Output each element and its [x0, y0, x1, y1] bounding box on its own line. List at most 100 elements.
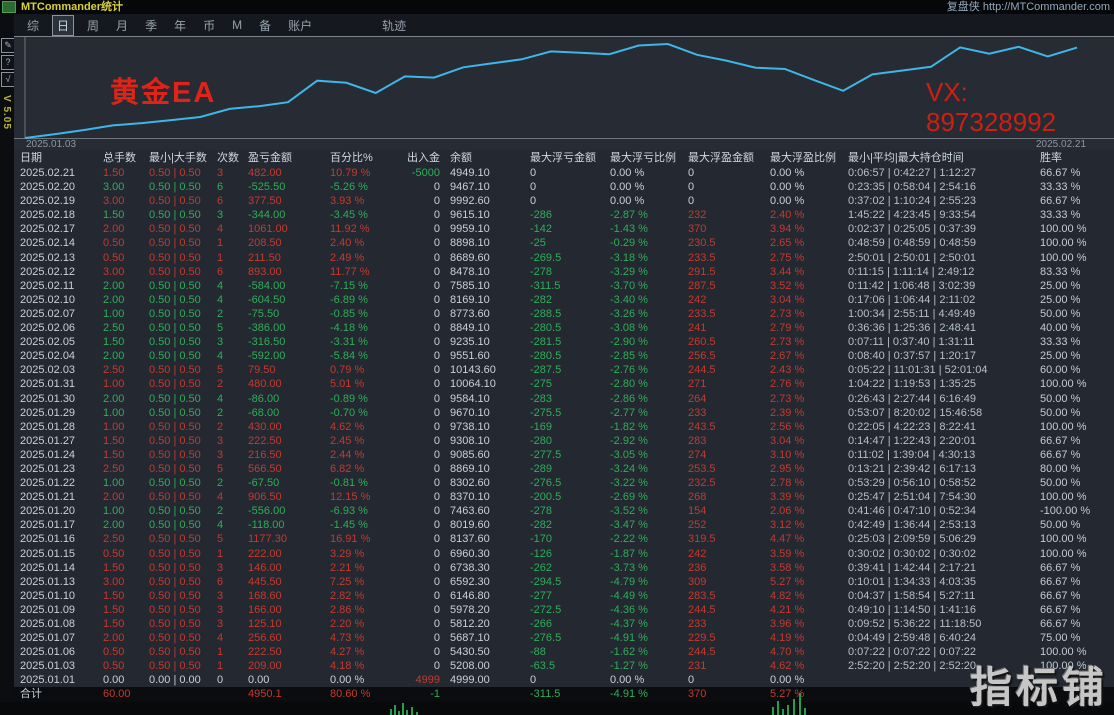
table-row[interactable]: 2025.01.212.000.50 | 0.504906.5012.15 %0…: [14, 490, 1114, 504]
cell: 9467.10: [444, 180, 524, 194]
table-row[interactable]: 2025.01.172.000.50 | 0.504-118.00-1.45 %…: [14, 518, 1114, 532]
table-row[interactable]: 2025.02.112.000.50 | 0.504-584.00-7.15 %…: [14, 279, 1114, 293]
table-row[interactable]: 2025.01.221.000.50 | 0.502-67.50-0.81 %0…: [14, 476, 1114, 490]
cell: 2.65 %: [762, 236, 840, 250]
cell: 0: [392, 645, 444, 659]
menu-item-账户[interactable]: 账户: [284, 16, 316, 35]
menu-item-综[interactable]: 综: [23, 16, 43, 35]
cell: 244.5: [682, 645, 762, 659]
menu-item-M[interactable]: M: [228, 17, 246, 33]
cell: 3.52 %: [762, 279, 840, 293]
cell: 9959.10: [444, 222, 524, 236]
cell: 2.43 %: [762, 363, 840, 377]
cell: 0.50 | 0.50: [144, 208, 208, 222]
table-row[interactable]: 2025.02.062.500.50 | 0.505-386.00-4.18 %…: [14, 321, 1114, 335]
cell: 0:53:07 | 8:20:02 | 15:46:58: [840, 406, 1038, 420]
cell: -3.26 %: [602, 307, 682, 321]
table-row[interactable]: 2025.01.302.000.50 | 0.504-86.00-0.89 %0…: [14, 392, 1114, 406]
menu-item-轨迹[interactable]: 轨迹: [378, 16, 410, 35]
menu-item-币[interactable]: 币: [199, 16, 219, 35]
cell: 8869.10: [444, 462, 524, 476]
histogram-bar: [782, 709, 784, 715]
check-icon[interactable]: √: [1, 72, 15, 87]
table-row[interactable]: 2025.01.101.500.50 | 0.503168.602.82 %06…: [14, 589, 1114, 603]
cell: 0: [392, 279, 444, 293]
table-row[interactable]: 2025.02.102.000.50 | 0.504-604.50-6.89 %…: [14, 293, 1114, 307]
table-row[interactable]: 2025.02.051.500.50 | 0.503-316.50-3.31 %…: [14, 335, 1114, 349]
cell: 2.40 %: [762, 208, 840, 222]
table-row[interactable]: 2025.02.130.500.50 | 0.501211.502.49 %08…: [14, 251, 1114, 265]
table-row[interactable]: 2025.01.091.500.50 | 0.503166.002.86 %05…: [14, 603, 1114, 617]
cell: -86.00: [240, 392, 318, 406]
table-row[interactable]: 2025.01.010.000.00 | 0.0000.000.00 %4999…: [14, 673, 1114, 687]
table-row[interactable]: 2025.01.060.500.50 | 0.501222.504.27 %05…: [14, 645, 1114, 659]
cell: 0: [392, 335, 444, 349]
table-row[interactable]: 2025.01.141.500.50 | 0.503146.002.21 %06…: [14, 561, 1114, 575]
cell: 6: [208, 265, 240, 279]
pencil-icon[interactable]: ✎: [1, 38, 15, 53]
table-row[interactable]: 2025.02.211.500.50 | 0.503482.0010.79 %-…: [14, 166, 1114, 180]
table-total-row[interactable]: 合计60.004950.180.60 %-1-311.5-4.91 %3705.…: [14, 687, 1114, 703]
cell: -2.77 %: [602, 406, 682, 420]
table-row[interactable]: 2025.01.133.000.50 | 0.506445.507.25 %06…: [14, 575, 1114, 589]
cell: 9992.60: [444, 194, 524, 208]
cell: 9738.10: [444, 420, 524, 434]
cell: 2025.01.17: [14, 518, 98, 532]
cell: 2.00: [98, 349, 144, 363]
left-sidebar: ✎?√V 5.05: [0, 14, 14, 715]
cell: 2025.01.27: [14, 434, 98, 448]
brand-link[interactable]: 复盘侠 http://MTCommander.com: [947, 0, 1110, 14]
cell: 1.00: [98, 307, 144, 321]
cell: 0.50 | 0.50: [144, 617, 208, 631]
table-row[interactable]: 2025.01.150.500.50 | 0.501222.003.29 %06…: [14, 547, 1114, 561]
cell: -316.50: [240, 335, 318, 349]
table-row[interactable]: 2025.01.081.500.50 | 0.503125.102.20 %05…: [14, 617, 1114, 631]
table-row[interactable]: 2025.02.032.500.50 | 0.50579.500.79 %010…: [14, 363, 1114, 377]
menu-item-备[interactable]: 备: [255, 16, 275, 35]
cell: 25.00 %: [1038, 293, 1114, 307]
cell: 66.67 %: [1038, 589, 1114, 603]
cell: 1:04:22 | 1:19:53 | 1:35:25: [840, 377, 1038, 391]
table-row[interactable]: 2025.02.181.500.50 | 0.503-344.00-3.45 %…: [14, 208, 1114, 222]
table-row[interactable]: 2025.02.203.000.50 | 0.506-525.50-5.26 %…: [14, 180, 1114, 194]
table-row[interactable]: 2025.02.140.500.50 | 0.501208.502.40 %08…: [14, 236, 1114, 250]
table-row[interactable]: 2025.01.291.000.50 | 0.502-68.00-0.70 %0…: [14, 406, 1114, 420]
table-row[interactable]: 2025.02.193.000.50 | 0.506377.503.93 %09…: [14, 194, 1114, 208]
cell: 66.67 %: [1038, 166, 1114, 180]
cell: -288.5: [524, 307, 602, 321]
table-row[interactable]: 2025.01.232.500.50 | 0.505566.506.82 %08…: [14, 462, 1114, 476]
cell: 0.50 | 0.50: [144, 518, 208, 532]
table-row[interactable]: 2025.02.123.000.50 | 0.506893.0011.77 %0…: [14, 265, 1114, 279]
cell: -118.00: [240, 518, 318, 532]
table-row[interactable]: 2025.01.072.000.50 | 0.504256.604.73 %05…: [14, 631, 1114, 645]
menu-item-周[interactable]: 周: [83, 16, 103, 35]
help-icon[interactable]: ?: [1, 55, 15, 70]
table-row[interactable]: 2025.01.281.000.50 | 0.502430.004.62 %09…: [14, 420, 1114, 434]
cell: 2.95 %: [762, 462, 840, 476]
menu-item-月[interactable]: 月: [112, 16, 132, 35]
cell: -88: [524, 645, 602, 659]
cell: -3.40 %: [602, 293, 682, 307]
table-row[interactable]: 2025.01.201.000.50 | 0.502-556.00-6.93 %…: [14, 504, 1114, 518]
menu-item-日[interactable]: 日: [52, 15, 74, 36]
menu-item-年[interactable]: 年: [170, 16, 190, 35]
cell: 0:05:22 | 11:01:31 | 52:01:04: [840, 363, 1038, 377]
table-row[interactable]: 2025.01.241.500.50 | 0.503216.502.44 %09…: [14, 448, 1114, 462]
cell: 66.67 %: [1038, 575, 1114, 589]
menu-item-季[interactable]: 季: [141, 16, 161, 35]
cell: 0.00 %: [602, 180, 682, 194]
cell: -0.29 %: [602, 236, 682, 250]
cell: 0.50 | 0.50: [144, 194, 208, 208]
table-row[interactable]: 2025.01.311.000.50 | 0.502480.005.01 %01…: [14, 377, 1114, 391]
table-row[interactable]: 2025.01.271.500.50 | 0.503222.502.45 %09…: [14, 434, 1114, 448]
table-row[interactable]: 2025.02.042.000.50 | 0.504-592.00-5.84 %…: [14, 349, 1114, 363]
table-row[interactable]: 2025.02.071.000.50 | 0.502-75.50-0.85 %0…: [14, 307, 1114, 321]
table-row[interactable]: 2025.01.162.500.50 | 0.5051177.3016.91 %…: [14, 532, 1114, 546]
table-row[interactable]: 2025.02.172.000.50 | 0.5041061.0011.92 %…: [14, 222, 1114, 236]
table-row[interactable]: 2025.01.030.500.50 | 0.501209.004.18 %05…: [14, 659, 1114, 673]
histogram-bar: [406, 710, 408, 715]
cell: 66.67 %: [1038, 448, 1114, 462]
cell: 25.00 %: [1038, 279, 1114, 293]
cell: 2.39 %: [762, 406, 840, 420]
chart-end-date-label: 2025.02.21: [1036, 139, 1086, 150]
